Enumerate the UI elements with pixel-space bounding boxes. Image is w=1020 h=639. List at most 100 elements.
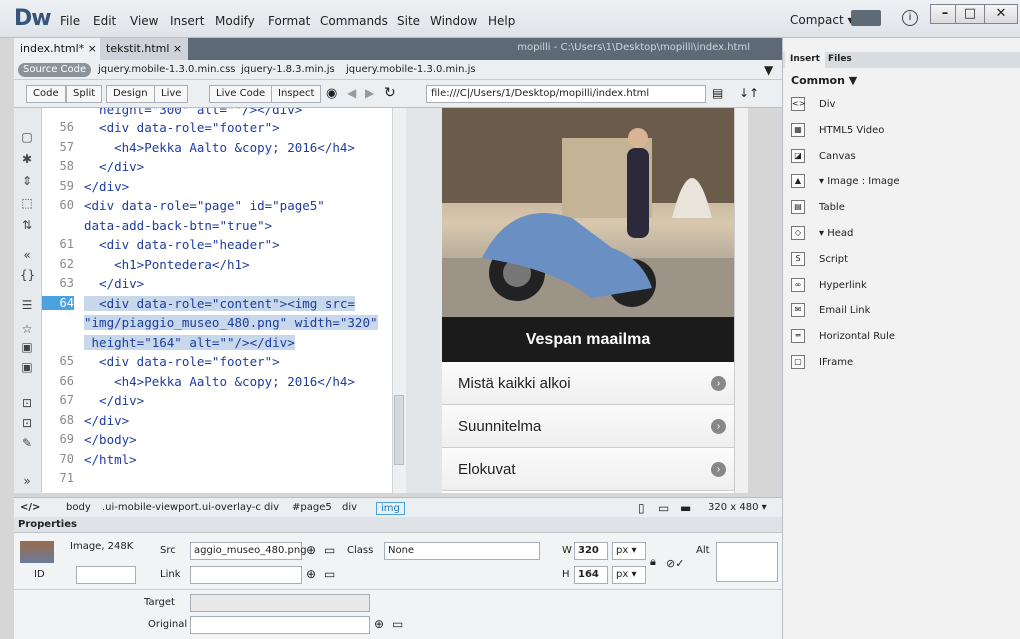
wrap-tag-icon[interactable]: ⊡ — [20, 396, 34, 410]
related-file-jqm[interactable]: jquery.mobile-1.3.0.min.js — [346, 64, 476, 75]
phone-icon[interactable]: ▯ — [638, 501, 645, 515]
original-input[interactable] — [190, 616, 370, 634]
insert-item[interactable]: ◇ ▾ Head — [791, 225, 853, 243]
select-parent-icon[interactable]: ⬚ — [20, 196, 34, 210]
insert-item[interactable]: ∞ Hyperlink — [791, 277, 867, 295]
tab-tekstit-html[interactable]: tekstit.html × — [100, 38, 189, 60]
open-documents-icon[interactable]: ▢ — [20, 130, 34, 144]
insert-item[interactable]: ◪ Canvas — [791, 148, 856, 166]
insert-item[interactable]: ▲ ▾ Image : Image — [791, 173, 900, 191]
alt-input[interactable] — [716, 542, 778, 582]
point-to-file-icon[interactable]: ⊕ — [306, 543, 316, 557]
sort-icon[interactable]: ↓↑ — [739, 86, 759, 100]
crumb-div[interactable]: div — [264, 502, 279, 513]
insert-item[interactable]: S Script — [791, 251, 848, 269]
insert-item[interactable]: ═ Horizontal Rule — [791, 328, 895, 346]
inspect-button[interactable]: Inspect — [271, 85, 322, 103]
height-input[interactable]: 164 — [574, 566, 608, 584]
list-item[interactable]: Suunnitelma › — [442, 405, 734, 448]
tab-files[interactable]: Files — [823, 52, 857, 68]
lock-icon[interactable]: 🔒︎ — [650, 555, 656, 569]
menu-insert[interactable]: Insert — [170, 14, 204, 28]
tab-insert[interactable]: Insert — [785, 52, 825, 68]
menu-modify[interactable]: Modify — [215, 14, 255, 28]
folder-icon[interactable]: ▭ — [324, 567, 335, 581]
crumb-img[interactable]: img — [376, 502, 405, 515]
back-arrow-icon[interactable]: ◀ — [347, 86, 356, 100]
crumb-div-content[interactable]: div — [342, 502, 357, 513]
menu-window[interactable]: Window — [430, 14, 477, 28]
refresh-icon[interactable]: ↻ — [384, 85, 396, 101]
menu-file[interactable]: File — [60, 14, 80, 28]
forward-arrow-icon[interactable]: ▶ — [365, 86, 374, 100]
code-toggle-icon[interactable]: </> — [20, 502, 40, 513]
src-input[interactable]: aggio_museo_480.png — [190, 542, 307, 560]
live-code-button[interactable]: Live Code — [209, 85, 273, 103]
split-view-button[interactable]: Split — [66, 85, 103, 103]
menu-format[interactable]: Format — [268, 14, 310, 28]
balance-braces-icon[interactable]: ⇅ — [20, 218, 34, 232]
live-preview[interactable]: Vespan maailma Mistä kaikki alkoi › Suunn… — [442, 108, 748, 493]
list-item[interactable]: Mistä kaikki alkoi › — [442, 362, 734, 405]
code-view-button[interactable]: Code — [26, 85, 66, 103]
source-code-button[interactable]: Source Code — [18, 63, 92, 77]
maximize-button[interactable]: □ — [955, 4, 985, 24]
tablet-icon[interactable]: ▭ — [658, 501, 669, 515]
related-file-css[interactable]: jquery.mobile-1.3.0.min.css — [98, 64, 236, 75]
width-input[interactable]: 320 — [574, 542, 608, 560]
insert-item[interactable]: ▦ HTML5 Video — [791, 122, 884, 140]
category-select[interactable]: Common ▼ — [791, 74, 857, 87]
reset-size-icon[interactable]: ⊘✓ — [666, 557, 684, 570]
insert-item[interactable]: ▢ IFrame — [791, 354, 853, 372]
list-item[interactable]: Elokuvat › — [442, 448, 734, 491]
crumb-body[interactable]: body — [66, 502, 91, 513]
syntax-icon[interactable]: ☆ — [20, 322, 34, 336]
insert-item[interactable]: ▤ Table — [791, 199, 845, 217]
folder-icon[interactable]: ▭ — [324, 543, 335, 557]
live-view-button[interactable]: Live — [154, 85, 189, 103]
snippets-icon[interactable]: ⊡ — [20, 416, 34, 430]
link-input[interactable] — [190, 566, 302, 584]
comment-icon[interactable]: ▣ — [20, 340, 34, 354]
code-editor[interactable]: height="300" alt=""/></div> 56 <div data… — [42, 108, 402, 493]
preview-scrollbar[interactable] — [734, 108, 748, 493]
window-size-select[interactable]: 320 x 480 ▾ — [708, 502, 767, 513]
address-input[interactable]: file:///C|/Users/1/Desktop/mopilli/index… — [426, 85, 706, 103]
menu-commands[interactable]: Commands — [320, 14, 388, 28]
split-divider[interactable] — [406, 108, 442, 493]
point-to-file-icon[interactable]: ⊕ — [374, 617, 384, 631]
collapse-tag-icon[interactable]: ✱ — [20, 152, 34, 166]
id-input[interactable] — [76, 566, 136, 584]
workspace-switcher[interactable]: Compact ▾ — [790, 13, 854, 27]
line-numbers-icon[interactable]: « — [20, 248, 34, 262]
code-scroll-thumb[interactable] — [394, 395, 404, 465]
filter-icon[interactable]: ▼ — [764, 63, 773, 77]
crumb-page5[interactable]: #page5 — [292, 502, 332, 513]
class-select[interactable]: None — [384, 542, 540, 560]
width-unit-select[interactable]: px ▾ — [612, 542, 646, 560]
target-select[interactable] — [190, 594, 370, 612]
design-view-button[interactable]: Design — [106, 85, 155, 103]
crumb-viewport[interactable]: .ui-mobile-viewport.ui-overlay-c — [102, 502, 261, 513]
related-file-jquery[interactable]: jquery-1.8.3.min.js — [241, 64, 335, 75]
uncomment-icon[interactable]: ▣ — [20, 360, 34, 374]
sync-icon[interactable] — [851, 10, 881, 26]
menu-site[interactable]: Site — [397, 14, 420, 28]
height-unit-select[interactable]: px ▾ — [612, 566, 646, 584]
more-tools-icon[interactable]: » — [20, 474, 34, 488]
folder-icon[interactable]: ▭ — [392, 617, 403, 631]
info-icon[interactable]: i — [902, 10, 918, 26]
view-options-icon[interactable]: ▤ — [712, 86, 723, 100]
menu-view[interactable]: View — [130, 14, 158, 28]
tab-index-html[interactable]: index.html* × — [14, 38, 103, 60]
highlight-invalid-icon[interactable]: {} — [20, 268, 35, 282]
point-to-file-icon[interactable]: ⊕ — [306, 567, 316, 581]
close-button[interactable]: ✕ — [984, 4, 1018, 24]
globe-icon[interactable]: ◉ — [326, 86, 337, 101]
desktop-icon[interactable]: ▬ — [680, 501, 691, 515]
insert-item[interactable]: ✉ Email Link — [791, 302, 870, 320]
format-source-icon[interactable]: ✎ — [20, 436, 34, 450]
expand-all-icon[interactable]: ⇕ — [20, 174, 34, 188]
menu-edit[interactable]: Edit — [93, 14, 116, 28]
menu-help[interactable]: Help — [488, 14, 515, 28]
